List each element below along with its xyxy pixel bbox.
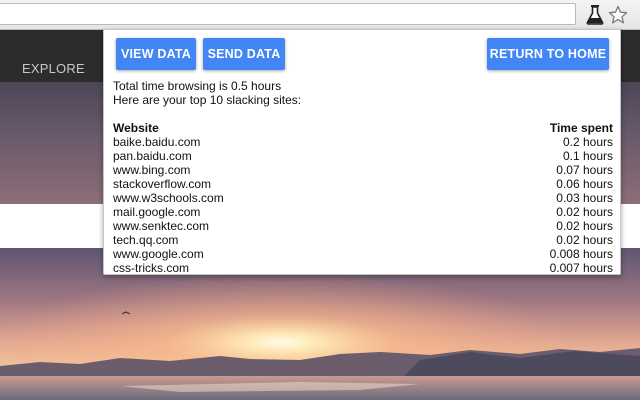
table-row: www.google.com 0.008 hours — [113, 247, 613, 261]
time-spent-cell: 0.06 hours — [556, 177, 613, 191]
table-row: css-tricks.com 0.007 hours — [113, 261, 613, 275]
time-spent-cell: 0.007 hours — [549, 261, 613, 275]
time-spent-cell: 0.02 hours — [556, 219, 613, 233]
table-row: pan.baidu.com 0.1 hours — [113, 149, 613, 163]
table-row: baike.baidu.com 0.2 hours — [113, 135, 613, 149]
website-cell: stackoverflow.com — [113, 177, 212, 191]
address-bar[interactable] — [0, 3, 576, 25]
time-spent-cell: 0.07 hours — [556, 163, 613, 177]
table-row: www.senktec.com 0.02 hours — [113, 219, 613, 233]
website-cell: www.google.com — [113, 247, 204, 261]
top-sites-subtitle: Here are your top 10 slacking sites: — [113, 93, 302, 107]
time-spent-cell: 0.03 hours — [556, 191, 613, 205]
table-row: www.w3schools.com 0.03 hours — [113, 191, 613, 205]
star-icon[interactable] — [607, 4, 629, 26]
return-to-home-button[interactable]: RETURN TO HOME — [487, 38, 609, 70]
time-spent-cell: 0.1 hours — [562, 149, 613, 163]
table-header-row: Website Time spent — [113, 121, 613, 135]
time-spent-column-header: Time spent — [549, 121, 613, 135]
website-cell: baike.baidu.com — [113, 135, 201, 149]
slacking-sites-table: Website Time spent baike.baidu.com 0.2 ho… — [113, 121, 613, 275]
browser-toolbar — [0, 0, 640, 30]
table-row: stackoverflow.com 0.06 hours — [113, 177, 613, 191]
website-cell: www.senktec.com — [113, 219, 210, 233]
table-row: www.bing.com 0.07 hours — [113, 163, 613, 177]
website-cell: www.bing.com — [113, 163, 191, 177]
flask-icon[interactable] — [585, 4, 605, 26]
browser-window: EXPLORE VIEW DATA SEND DATA RETURN TO HO… — [0, 0, 640, 400]
extension-popup: VIEW DATA SEND DATA RETURN TO HOME Total… — [103, 29, 621, 275]
website-cell: mail.google.com — [113, 205, 201, 219]
total-time-text: Total time browsing is 0.5 hours — [113, 79, 282, 93]
table-row: tech.qq.com 0.02 hours — [113, 233, 613, 247]
time-spent-cell: 0.2 hours — [562, 135, 613, 149]
website-column-header: Website — [113, 121, 159, 135]
nav-explore-link[interactable]: EXPLORE — [22, 61, 85, 76]
website-cell: pan.baidu.com — [113, 149, 192, 163]
time-spent-cell: 0.008 hours — [549, 247, 613, 261]
website-cell: tech.qq.com — [113, 233, 179, 247]
table-row: mail.google.com 0.02 hours — [113, 205, 613, 219]
time-spent-cell: 0.02 hours — [556, 205, 613, 219]
time-spent-cell: 0.02 hours — [556, 233, 613, 247]
view-data-button[interactable]: VIEW DATA — [116, 38, 196, 70]
send-data-button[interactable]: SEND DATA — [203, 38, 285, 70]
website-cell: www.w3schools.com — [113, 191, 224, 205]
table-body: baike.baidu.com 0.2 hours pan.baidu.com 0.1… — [113, 135, 613, 275]
website-cell: css-tricks.com — [113, 261, 189, 275]
